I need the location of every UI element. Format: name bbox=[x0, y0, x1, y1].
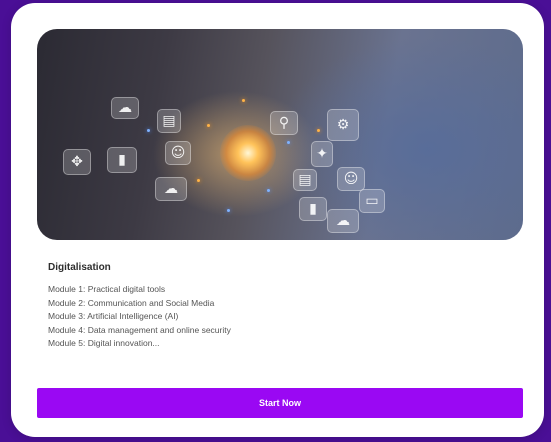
course-title: Digitalisation bbox=[48, 262, 111, 273]
user-icon: ☺ bbox=[165, 141, 191, 165]
document-icon: ▤ bbox=[157, 109, 181, 133]
spark-dot bbox=[267, 189, 270, 192]
module-item: Module 5: Digital innovation... bbox=[48, 338, 160, 348]
lightbulb-icon: ✦ bbox=[311, 141, 333, 167]
spark-dot bbox=[147, 129, 150, 132]
course-card: ☁ ▤ ✥ ▮ ☁ ☺ ⚲ ⚙ ✦ ☺ ▤ ▮ ☁ ▭ Digitalisati… bbox=[11, 3, 544, 437]
spark-dot bbox=[227, 209, 230, 212]
chart-icon: ▮ bbox=[107, 147, 137, 173]
module-item: Module 1: Practical digital tools bbox=[48, 284, 166, 294]
module-item: Module 4: Data management and online sec… bbox=[48, 324, 231, 335]
course-hero-image: ☁ ▤ ✥ ▮ ☁ ☺ ⚲ ⚙ ✦ ☺ ▤ ▮ ☁ ▭ bbox=[37, 29, 523, 240]
monitor-icon: ▭ bbox=[359, 189, 385, 213]
document-icon: ▤ bbox=[293, 169, 317, 191]
spark-dot bbox=[242, 99, 245, 102]
module-list: Module 1: Practical digital tools Module… bbox=[48, 283, 231, 351]
cloud-icon: ☁ bbox=[327, 209, 359, 233]
spark-dot bbox=[207, 124, 210, 127]
cloud-icon: ☁ bbox=[155, 177, 187, 201]
spark-dot bbox=[197, 179, 200, 182]
network-icon: ✥ bbox=[63, 149, 91, 175]
cloud-icon: ☁ bbox=[111, 97, 139, 119]
spark-dot bbox=[317, 129, 320, 132]
module-item: Module 3: Artificial Intelligence (AI) bbox=[48, 311, 179, 321]
gear-icon: ⚙ bbox=[327, 109, 359, 141]
chart-icon: ▮ bbox=[299, 197, 327, 221]
spark-dot bbox=[287, 141, 290, 144]
search-icon: ⚲ bbox=[270, 111, 298, 135]
user-icon: ☺ bbox=[337, 167, 365, 191]
start-now-button[interactable]: Start Now bbox=[37, 388, 523, 418]
module-item: Module 2: Communication and Social Media bbox=[48, 297, 215, 308]
glow-light bbox=[220, 125, 276, 181]
